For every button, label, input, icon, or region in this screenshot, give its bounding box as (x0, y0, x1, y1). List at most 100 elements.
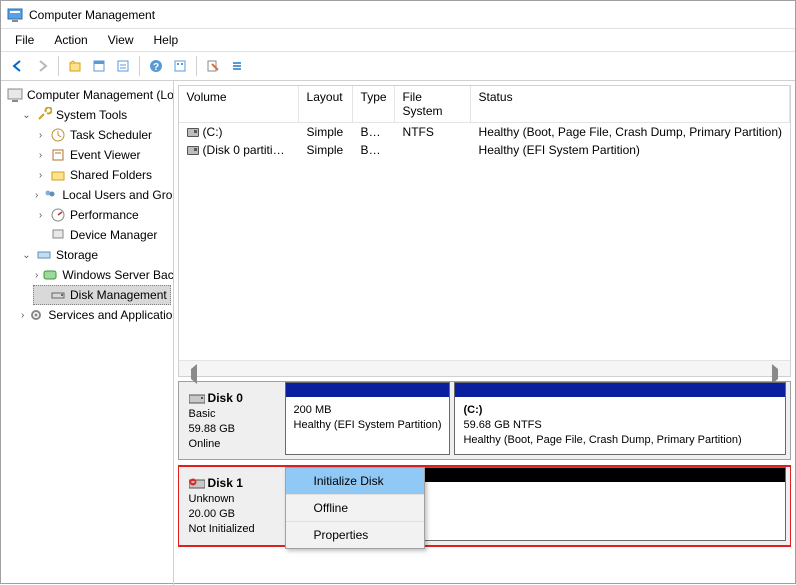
menu-offline[interactable]: Offline (286, 495, 424, 522)
chevron-right-icon: › (35, 190, 38, 201)
partition-efi[interactable]: 200 MB Healthy (EFI System Partition) (285, 382, 451, 455)
disk-size: 20.00 GB (189, 508, 235, 520)
action-button[interactable] (202, 55, 224, 77)
disk-icon (50, 287, 66, 303)
partition-c[interactable]: (C:) 59.68 GB NTFS Healthy (Boot, Page F… (454, 382, 786, 455)
tree-label: Storage (56, 248, 98, 262)
menu-bar: File Action View Help (1, 29, 795, 51)
disk-state: Online (189, 438, 221, 450)
tree-event-viewer[interactable]: › Event Viewer (33, 145, 171, 165)
column-volume[interactable]: Volume (179, 86, 299, 122)
tree-system-tools[interactable]: ⌄ System Tools (19, 105, 171, 125)
volume-row[interactable]: (C:) Simple Basic NTFS Healthy (Boot, Pa… (179, 123, 790, 141)
tree-services[interactable]: › Services and Applications (19, 305, 171, 325)
menu-properties[interactable]: Properties (286, 522, 424, 548)
back-button[interactable] (7, 55, 29, 77)
performance-icon (50, 207, 66, 223)
app-icon (7, 7, 23, 23)
tools-icon (36, 107, 52, 123)
title-bar: Computer Management (1, 1, 795, 29)
disk-row-0[interactable]: Disk 0 Basic 59.88 GB Online 200 MB Heal… (178, 381, 791, 460)
svg-text:?: ? (153, 62, 159, 73)
separator (139, 56, 140, 76)
tree-label: Event Viewer (70, 148, 140, 162)
separator (58, 56, 59, 76)
horizontal-scrollbar[interactable] (179, 360, 790, 376)
services-icon (28, 307, 44, 323)
disk-kind: Unknown (189, 493, 235, 505)
tree-performance[interactable]: ›Performance (33, 205, 171, 225)
drive-icon (187, 146, 199, 155)
partition-status: Healthy (EFI System Partition) (294, 418, 442, 433)
tree-storage[interactable]: ⌄ Storage (19, 245, 171, 265)
tree-label: Shared Folders (70, 168, 152, 182)
volume-header-row: Volume Layout Type File System Status (179, 86, 790, 123)
disk-state: Not Initialized (189, 523, 255, 535)
volume-status-cell: Healthy (EFI System Partition) (471, 141, 790, 159)
tree-disk-management[interactable]: Disk Management (33, 285, 171, 305)
disk-context-menu: Initialize Disk Offline Properties (285, 467, 425, 549)
chevron-right-icon: › (35, 170, 46, 181)
menu-initialize-disk[interactable]: Initialize Disk (286, 468, 424, 495)
column-layout[interactable]: Layout (299, 86, 353, 122)
tree-label: Services and Applications (48, 308, 173, 322)
disk-row-1[interactable]: Disk 1 Unknown 20.00 GB Not Initialized … (178, 466, 791, 545)
tree-local-users[interactable]: › Local Users and Groups (33, 185, 171, 205)
column-type[interactable]: Type (353, 86, 395, 122)
volume-name-cell: (C:) (179, 123, 299, 141)
list-button[interactable] (226, 55, 248, 77)
menu-help[interactable]: Help (144, 31, 189, 49)
tree-root[interactable]: Computer Management (Local) (5, 85, 171, 105)
help-button[interactable]: ? (145, 55, 167, 77)
column-filesystem[interactable]: File System (395, 86, 471, 122)
partition-size: 59.68 GB NTFS (463, 419, 541, 431)
tree-wsb[interactable]: ›Windows Server Backup (33, 265, 171, 285)
menu-file[interactable]: File (5, 31, 44, 49)
tree-label: Device Manager (70, 228, 157, 242)
storage-icon (36, 247, 52, 263)
disk-label-area: Disk 0 Basic 59.88 GB Online (179, 382, 285, 459)
blank-icon (35, 290, 46, 301)
volume-layout-cell: Simple (299, 123, 353, 141)
tree-root-label: Computer Management (Local) (27, 88, 174, 102)
backup-icon (42, 267, 58, 283)
partition-size: 200 MB (294, 403, 442, 418)
disk-title: Disk 1 (208, 476, 243, 490)
tree-shared-folders[interactable]: › Shared Folders (33, 165, 171, 185)
tree-label: Local Users and Groups (62, 188, 173, 202)
menu-action[interactable]: Action (44, 31, 97, 49)
chevron-down-icon: ⌄ (21, 250, 32, 261)
volume-type-cell: Basic (353, 141, 395, 159)
refresh-button[interactable] (112, 55, 134, 77)
navigation-tree: Computer Management (Local) ⌄ System Too… (1, 81, 174, 585)
event-icon (50, 147, 66, 163)
chevron-right-icon: › (35, 270, 38, 281)
tree-label: Performance (70, 208, 139, 222)
tree-label: Task Scheduler (70, 128, 152, 142)
window-title: Computer Management (29, 8, 155, 22)
users-icon (42, 187, 58, 203)
forward-button[interactable] (31, 55, 53, 77)
column-status[interactable]: Status (471, 86, 790, 122)
clock-icon (50, 127, 66, 143)
disk-label-area: Disk 1 Unknown 20.00 GB Not Initialized (179, 467, 285, 544)
volume-status-cell: Healthy (Boot, Page File, Crash Dump, Pr… (471, 123, 790, 141)
tree-task-scheduler[interactable]: ›Task Scheduler (33, 125, 171, 145)
chevron-right-icon: › (21, 310, 24, 321)
volume-row[interactable]: (Disk 0 partition 1) Simple Basic Health… (179, 141, 790, 159)
tree-label: Disk Management (70, 288, 167, 302)
settings-button[interactable] (169, 55, 191, 77)
partition-status: Healthy (Boot, Page File, Crash Dump, Pr… (463, 434, 741, 446)
blank-icon (35, 230, 46, 241)
volume-fs-cell: NTFS (395, 123, 471, 141)
drive-icon (187, 128, 199, 137)
properties-button[interactable] (88, 55, 110, 77)
chevron-right-icon: › (35, 150, 46, 161)
up-button[interactable] (64, 55, 86, 77)
volume-name-cell: (Disk 0 partition 1) (179, 141, 299, 159)
menu-view[interactable]: View (98, 31, 144, 49)
volume-fs-cell (395, 141, 471, 159)
partition-label: (C:) (463, 404, 482, 416)
volume-layout-cell: Simple (299, 141, 353, 159)
tree-device-manager[interactable]: Device Manager (33, 225, 171, 245)
